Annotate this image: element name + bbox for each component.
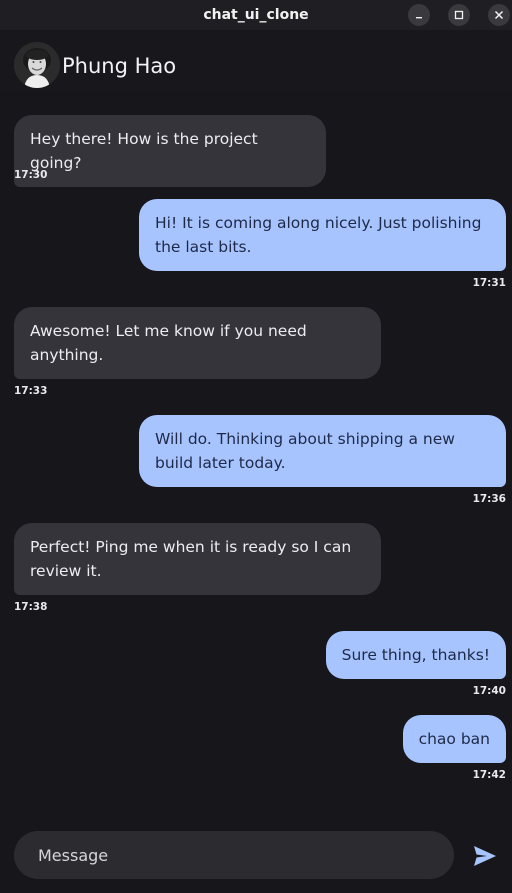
send-button[interactable] xyxy=(470,842,500,870)
message-bubble-incoming[interactable]: Awesome! Let me know if you need anythin… xyxy=(14,307,381,379)
title-bar: chat_ui_clone xyxy=(0,0,512,30)
message-bubble-outgoing[interactable]: Will do. Thinking about shipping a new b… xyxy=(139,415,506,487)
maximize-button[interactable] xyxy=(448,4,470,26)
message-timestamp: 17:42 xyxy=(472,769,506,781)
message-composer xyxy=(14,831,454,879)
minimize-button[interactable] xyxy=(408,4,430,26)
message-timestamp: 17:38 xyxy=(14,601,48,613)
message-bubble-outgoing[interactable]: Sure thing, thanks! xyxy=(325,631,506,679)
avatar[interactable] xyxy=(14,42,60,88)
message-timestamp: 17:36 xyxy=(472,493,506,505)
message-bubble-incoming[interactable]: Perfect! Ping me when it is ready so I c… xyxy=(14,523,381,595)
chat-header: Phung Hao xyxy=(0,30,512,90)
message-bubble-outgoing[interactable]: Hi! It is coming along nicely. Just poli… xyxy=(139,199,506,271)
user-avatar-icon xyxy=(14,42,60,88)
minimize-icon xyxy=(416,17,422,19)
message-timestamp: 17:33 xyxy=(14,385,48,397)
window-title: chat_ui_clone xyxy=(203,7,309,23)
close-button[interactable] xyxy=(488,4,510,26)
maximize-icon xyxy=(454,10,464,20)
message-bubble-incoming[interactable]: Hey there! How is the project going? xyxy=(14,115,326,187)
message-timestamp: 17:40 xyxy=(472,685,506,697)
message-timestamp: 17:30 xyxy=(14,169,48,181)
message-list[interactable]: Hey there! How is the project going? 17:… xyxy=(0,90,512,830)
close-icon xyxy=(494,10,504,20)
message-timestamp: 17:31 xyxy=(472,277,506,289)
contact-name: Phung Hao xyxy=(62,54,177,78)
message-bubble-outgoing[interactable]: chao ban xyxy=(402,715,506,763)
send-icon xyxy=(474,846,496,866)
message-input[interactable] xyxy=(38,845,454,865)
